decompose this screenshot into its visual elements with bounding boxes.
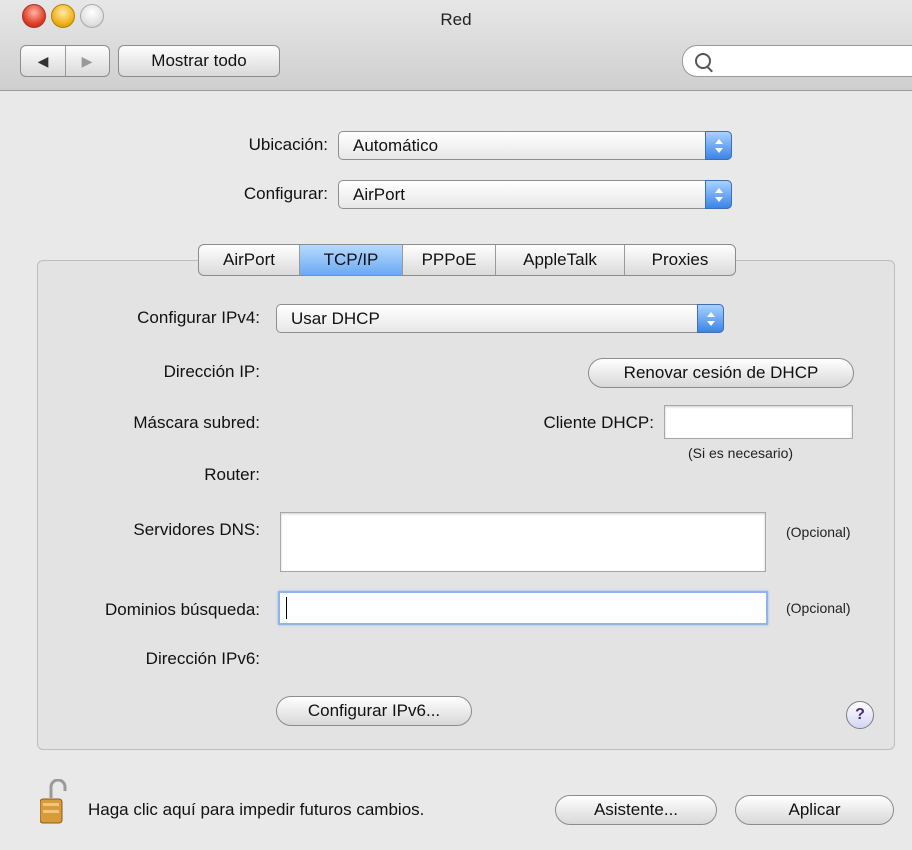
location-select[interactable]: Automático (338, 131, 732, 160)
dns-optional-hint: (Opcional) (786, 524, 851, 540)
tab-panel (37, 260, 895, 750)
configure-ipv6-button[interactable]: Configurar IPv6... (276, 696, 472, 726)
tab-label: PPPoE (421, 250, 477, 269)
renew-dhcp-label: Renovar cesión de DHCP (623, 363, 819, 382)
title-toolbar: Red ◀ ▶ Mostrar todo (0, 0, 912, 91)
search-icon (695, 53, 711, 69)
forward-arrow-icon: ▶ (81, 52, 93, 69)
dns-servers-field[interactable] (280, 512, 766, 572)
tab-bar: AirPort TCP/IP PPPoE AppleTalk Proxies (198, 244, 736, 276)
dhcp-client-field[interactable] (664, 405, 853, 439)
assistant-button[interactable]: Asistente... (555, 795, 717, 825)
search-field[interactable] (682, 45, 912, 77)
back-arrow-icon: ◀ (37, 52, 49, 69)
dhcp-client-label: Cliente DHCP: (543, 413, 654, 432)
stepper-arrows-icon (697, 304, 724, 333)
subnet-mask-label: Máscara subred: (133, 413, 260, 432)
assistant-label: Asistente... (593, 800, 679, 819)
apply-button[interactable]: Aplicar (735, 795, 894, 825)
configure-ipv4-select[interactable]: Usar DHCP (276, 304, 724, 333)
forward-button[interactable]: ▶ (65, 46, 109, 76)
location-label: Ubicación: (248, 135, 328, 154)
configure-ipv4-value: Usar DHCP (291, 309, 380, 328)
back-button[interactable]: ◀ (21, 46, 66, 76)
domains-optional-hint: (Opcional) (786, 600, 851, 616)
tab-pppoe[interactable]: PPPoE (403, 245, 496, 275)
configure-label: Configurar: (243, 184, 328, 203)
configure-ipv4-label: Configurar IPv4: (137, 308, 260, 327)
network-preferences-window: Red ◀ ▶ Mostrar todo Ubicación: Automáti… (0, 0, 912, 850)
dns-servers-label: Servidores DNS: (133, 520, 260, 539)
tab-proxies[interactable]: Proxies (625, 245, 735, 275)
stepper-arrows-icon (705, 131, 732, 160)
lock-instruction: Haga clic aquí para impedir futuros camb… (88, 800, 425, 819)
show-all-label: Mostrar todo (151, 51, 247, 70)
text-caret (286, 597, 287, 619)
tab-tcpip[interactable]: TCP/IP (300, 245, 403, 275)
router-label: Router: (204, 465, 260, 484)
stepper-arrows-icon (705, 180, 732, 209)
ipv6-address-label: Dirección IPv6: (145, 649, 260, 668)
lock-icon[interactable] (40, 779, 70, 825)
search-domains-label: Dominios búsqueda: (105, 600, 260, 619)
window-title: Red (440, 10, 472, 29)
ip-address-label: Dirección IP: (163, 362, 260, 381)
show-all-button[interactable]: Mostrar todo (118, 45, 280, 77)
configure-ipv6-label: Configurar IPv6... (307, 701, 441, 720)
if-needed-hint: (Si es necesario) (688, 445, 794, 461)
location-value: Automático (353, 136, 439, 155)
search-domains-field[interactable] (278, 591, 768, 625)
back-forward-control: ◀ ▶ (20, 45, 110, 77)
help-icon: ? (855, 706, 865, 723)
apply-label: Aplicar (788, 800, 841, 819)
configure-value: AirPort (353, 185, 405, 204)
renew-dhcp-button[interactable]: Renovar cesión de DHCP (588, 358, 854, 388)
tab-airport[interactable]: AirPort (199, 245, 300, 275)
help-button[interactable]: ? (846, 701, 874, 729)
tab-label: Proxies (651, 250, 709, 269)
configure-select[interactable]: AirPort (338, 180, 732, 209)
tab-label: TCP/IP (323, 250, 379, 269)
tab-label: AppleTalk (523, 250, 597, 269)
tab-label: AirPort (223, 250, 275, 269)
tab-appletalk[interactable]: AppleTalk (496, 245, 625, 275)
